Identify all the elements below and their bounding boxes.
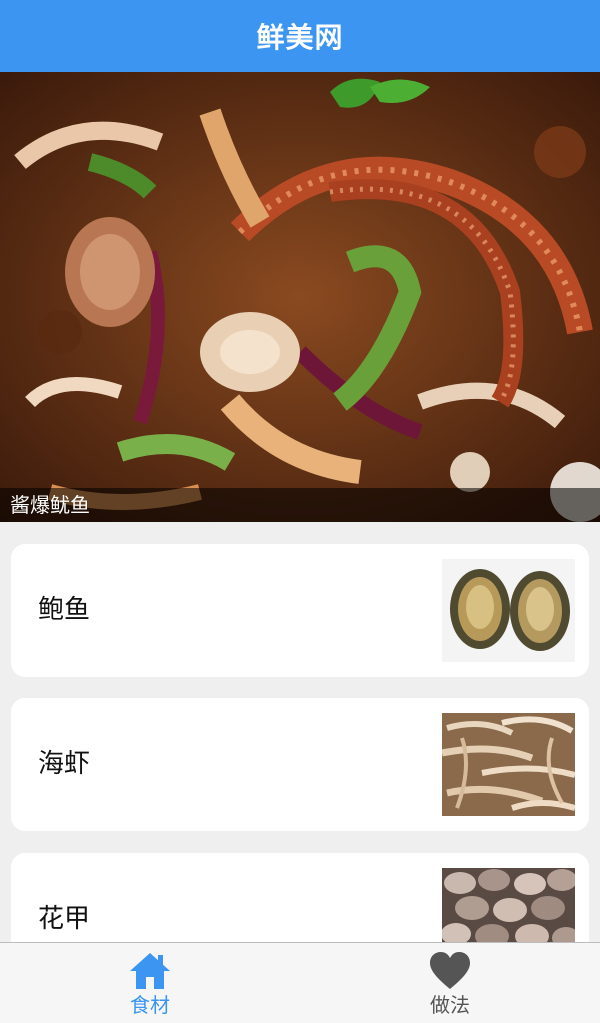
app-header: 鲜美网 xyxy=(0,0,600,72)
heart-icon xyxy=(430,952,470,989)
tab-methods-label: 做法 xyxy=(430,993,470,1017)
list-item-abalone[interactable]: 鲍鱼 xyxy=(11,544,589,677)
home-icon xyxy=(130,953,170,989)
featured-dish-banner[interactable]: 酱爆鱿鱼 xyxy=(0,72,600,522)
list-item-shrimp[interactable]: 海虾 xyxy=(11,698,589,831)
list-item-label: 海虾 xyxy=(38,749,91,779)
tab-methods[interactable]: 做法 xyxy=(300,943,600,1023)
ingredient-list: 鲍鱼 海虾 花甲 xyxy=(0,522,600,942)
abalone-thumbnail xyxy=(442,559,575,662)
list-item-clams[interactable]: 花甲 xyxy=(11,853,589,942)
tab-ingredients[interactable]: 食材 xyxy=(0,943,300,1023)
featured-dish-image xyxy=(0,72,600,522)
featured-dish-caption: 酱爆鱿鱼 xyxy=(0,488,600,522)
shrimp-thumbnail xyxy=(442,713,575,816)
app-title: 鲜美网 xyxy=(256,21,344,54)
list-item-label: 鲍鱼 xyxy=(38,595,91,625)
bottom-navigation: 食材 做法 xyxy=(0,942,600,1023)
clams-thumbnail xyxy=(442,868,575,942)
list-item-label: 花甲 xyxy=(38,904,91,934)
tab-ingredients-label: 食材 xyxy=(130,993,170,1017)
